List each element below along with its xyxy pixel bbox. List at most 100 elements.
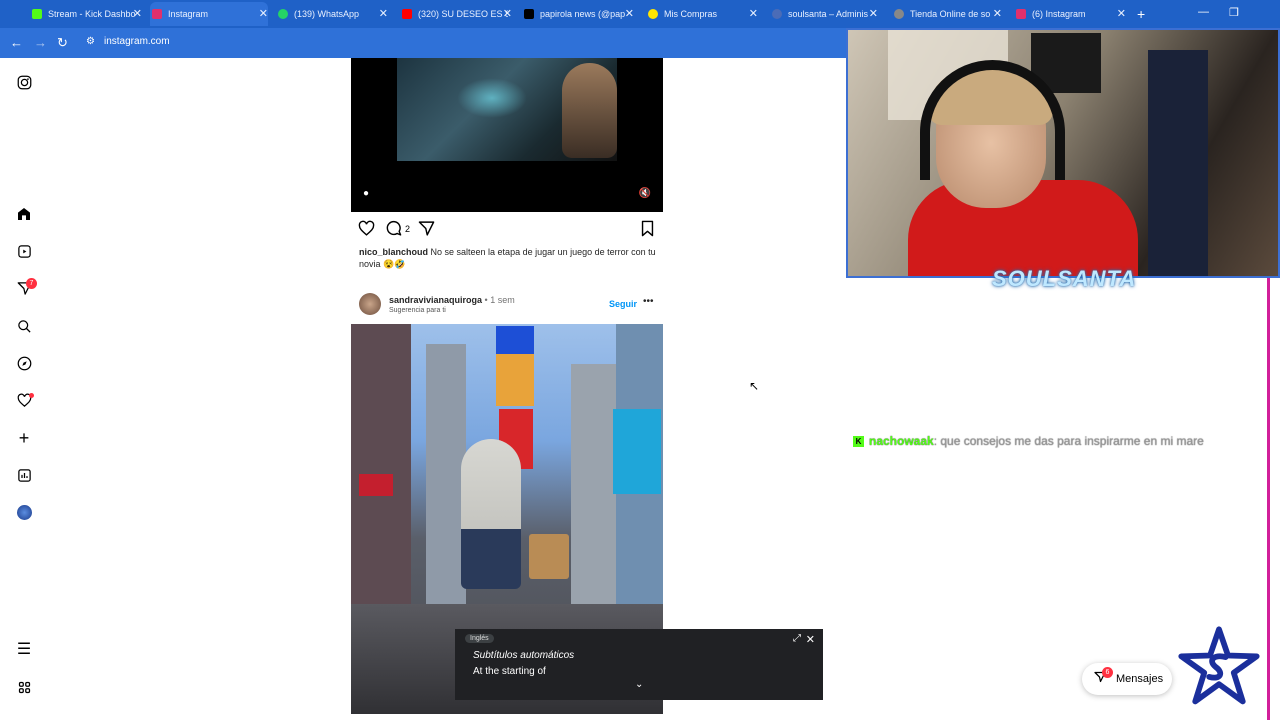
shopping-bag (529, 534, 569, 579)
kick-icon (32, 9, 42, 19)
woman-figure (461, 439, 521, 589)
stream-logo-text: SOULSANTA (992, 266, 1137, 291)
author-avatar[interactable] (359, 293, 381, 315)
tab-whatsapp[interactable]: (139) WhatsApp ✕ (276, 2, 388, 26)
close-tab-icon[interactable]: ✕ (749, 7, 758, 20)
close-tab-icon[interactable]: ✕ (259, 7, 268, 20)
stream-chat-message: Knachowaak: que consejos me das para ins… (853, 434, 1204, 448)
tiktok-icon (524, 9, 534, 19)
expand-icon[interactable]: ⤢ (793, 633, 801, 644)
tab-title: Mis Compras (664, 9, 718, 19)
minimize-icon[interactable]: — (1198, 6, 1209, 18)
billboard (496, 326, 534, 354)
close-tab-icon[interactable]: ✕ (379, 7, 388, 20)
forward-icon[interactable]: → (34, 35, 47, 50)
store-icon (894, 9, 904, 19)
new-tab-icon[interactable]: + (1137, 6, 1145, 22)
tab-title: (6) Instagram (1032, 9, 1086, 19)
close-tab-icon[interactable]: ✕ (993, 7, 1002, 20)
tab-title: soulsanta – Adminis (788, 9, 868, 19)
url-field[interactable]: instagram.com (104, 36, 170, 47)
save-bookmark-icon[interactable] (640, 220, 655, 238)
author-username[interactable]: sandravivianaquiroga (389, 295, 482, 305)
auto-captions-panel: Inglés ⤢ ✕ Subtítulos automáticos At the… (455, 629, 823, 700)
post-time: • 1 sem (482, 295, 515, 305)
dashboard-icon[interactable] (14, 465, 34, 485)
billboard (496, 354, 534, 406)
tab-youtube[interactable]: (320) SU DESEO ES S ✕ (400, 2, 512, 26)
mouse-cursor-icon: ↖ (749, 379, 760, 393)
instagram-icon (152, 9, 162, 19)
messages-label: Mensajes (1116, 673, 1164, 685)
chat-username: nachowaak (869, 434, 934, 448)
instagram-logo-icon[interactable] (14, 72, 34, 92)
comment-count: 2 (405, 224, 411, 234)
close-tab-icon[interactable]: ✕ (503, 7, 512, 20)
building-shape (571, 364, 621, 624)
tagged-user-icon[interactable]: ● (363, 188, 369, 199)
video-frame (397, 58, 617, 161)
chat-text: : que consejos me das para inspirarme en… (933, 434, 1204, 448)
overlay-border (1267, 278, 1270, 720)
activity-dot (29, 393, 34, 398)
home-icon[interactable] (14, 204, 34, 224)
tab-mis-compras[interactable]: Mis Compras ✕ (646, 2, 758, 26)
search-icon[interactable] (14, 316, 34, 336)
browser-tab-bar: Stream - Kick Dashbo ✕ Instagram ✕ (139)… (0, 0, 1280, 28)
suggestion-label: Sugerencia para ti (389, 307, 446, 314)
post-author: sandravivianaquiroga • 1 sem (389, 295, 515, 305)
explore-icon[interactable] (14, 353, 34, 373)
mute-icon[interactable]: 🔇 (639, 188, 651, 199)
webcam-feed (846, 28, 1280, 278)
site-settings-icon[interactable]: ⚙ (86, 36, 95, 47)
captions-title: Subtítulos automáticos (473, 650, 575, 661)
follow-button[interactable]: Seguir (609, 299, 637, 309)
tab-tienda-online[interactable]: Tienda Online de so ✕ (892, 2, 1002, 26)
star-logo-icon (1178, 626, 1260, 705)
reload-icon[interactable]: ↻ (57, 35, 68, 51)
close-tab-icon[interactable]: ✕ (133, 7, 142, 20)
tab-tiktok[interactable]: papirola news (@pap ✕ (522, 2, 634, 26)
caption-language[interactable]: Inglés (465, 634, 494, 643)
captions-text: At the starting of (473, 666, 546, 677)
close-tab-icon[interactable]: ✕ (869, 7, 878, 20)
profile-avatar-icon[interactable] (14, 502, 34, 522)
tab-instagram[interactable]: Instagram ✕ (150, 2, 268, 26)
billboard (613, 409, 661, 494)
menu-icon[interactable]: ☰ (14, 639, 34, 659)
tab-title: Stream - Kick Dashbo (48, 9, 136, 19)
messages-badge: 6 (1102, 667, 1113, 678)
close-icon[interactable]: ✕ (806, 633, 815, 646)
tab-title: (320) SU DESEO ES S (418, 9, 508, 19)
kick-badge-icon: K (853, 436, 864, 448)
admin-icon (772, 9, 782, 19)
notification-count-badge: 7 (26, 278, 37, 289)
building-shape (426, 344, 466, 624)
whatsapp-icon (278, 9, 288, 19)
more-options-icon[interactable]: ••• (643, 296, 654, 307)
chevron-down-icon[interactable]: ⌄ (635, 679, 643, 690)
tab-title: Instagram (168, 9, 209, 19)
close-tab-icon[interactable]: ✕ (625, 7, 634, 20)
tab-title: papirola news (@pap (540, 9, 626, 19)
post-video[interactable]: ● 🔇 (351, 58, 663, 212)
close-tab-icon[interactable]: ✕ (1117, 7, 1126, 20)
tab-instagram-6[interactable]: (6) Instagram ✕ (1014, 2, 1126, 26)
instagram-icon (1016, 9, 1026, 19)
tab-kick-dashboard[interactable]: Stream - Kick Dashbo ✕ (30, 2, 142, 26)
address-bar: ← → ↻ ⚙ instagram.com (0, 28, 846, 58)
billboard (359, 474, 393, 496)
tab-soulsanta-admin[interactable]: soulsanta – Adminis ✕ (770, 2, 878, 26)
like-icon[interactable] (358, 220, 375, 238)
tab-title: (139) WhatsApp (294, 9, 360, 19)
reels-icon[interactable] (14, 241, 34, 261)
caption-username[interactable]: nico_blanchoud (359, 247, 428, 257)
create-icon[interactable]: + (14, 428, 34, 448)
tab-title: Tienda Online de so (910, 9, 991, 19)
comment-icon[interactable] (385, 220, 402, 238)
back-icon[interactable]: ← (10, 35, 23, 50)
messages-button[interactable]: 6 Mensajes (1082, 663, 1172, 695)
restore-icon[interactable]: ❐ (1229, 6, 1239, 19)
threads-icon[interactable] (14, 677, 34, 697)
share-icon[interactable] (418, 220, 435, 238)
